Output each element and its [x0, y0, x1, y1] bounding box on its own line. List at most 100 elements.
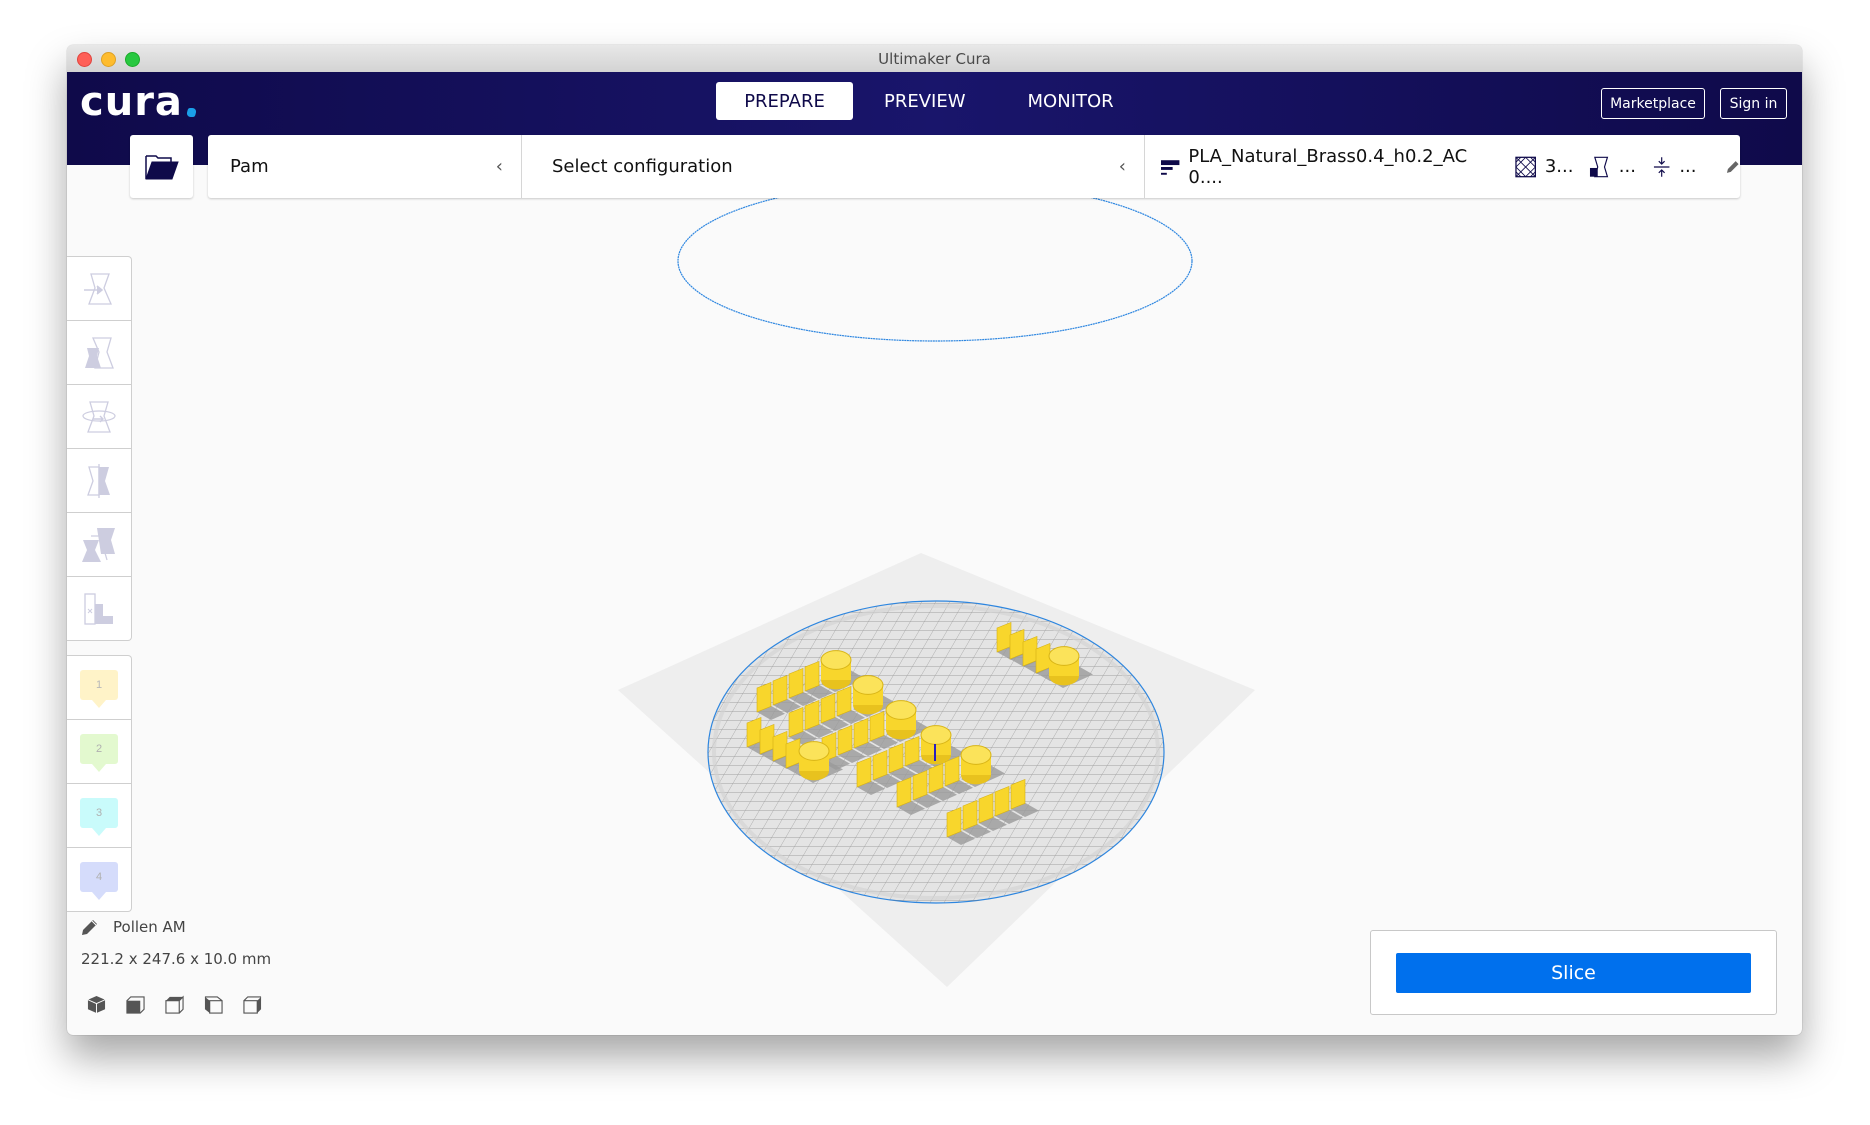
model-part[interactable] [1048, 646, 1080, 666]
model-part[interactable] [978, 792, 994, 824]
model-part[interactable] [804, 660, 820, 692]
model-part[interactable] [872, 749, 888, 781]
extruder-2-button[interactable]: 2 [67, 720, 131, 784]
model-part[interactable] [928, 762, 944, 794]
model-part[interactable] [759, 723, 775, 755]
extruder-panel: 1 2 3 4 [67, 655, 132, 912]
per-model-settings-tool-button[interactable] [67, 513, 131, 577]
configuration-label: Select configuration [552, 156, 733, 177]
configuration-selector[interactable]: Select configuration ‹ [522, 135, 1145, 198]
per-model-settings-icon [82, 527, 115, 562]
model-part[interactable] [912, 769, 928, 801]
model-part[interactable] [885, 700, 917, 720]
model-part[interactable] [920, 725, 952, 745]
model-part[interactable] [1010, 778, 1026, 810]
extruder-3-button[interactable]: 3 [67, 784, 131, 848]
model-part[interactable] [904, 735, 920, 767]
slice-button[interactable]: Slice [1396, 953, 1751, 993]
cura-window: Ultimaker Cura cura PREPARE PREVIEW MONI… [67, 45, 1802, 1035]
model-part[interactable] [996, 621, 1012, 653]
pencil-icon[interactable] [1725, 159, 1741, 175]
print-settings-selector[interactable]: PLA_Natural_Brass0.4_h0.2_AC 0.... 3... … [1145, 135, 1740, 198]
open-file-button[interactable] [130, 135, 193, 198]
model-part[interactable] [820, 650, 852, 670]
model-part[interactable] [944, 755, 960, 787]
model-part[interactable] [869, 710, 885, 742]
front-view-icon[interactable] [126, 995, 145, 1014]
infill-value: 3... [1544, 156, 1574, 177]
extruder-badge: 4 [80, 861, 118, 900]
model-part[interactable] [896, 776, 912, 808]
action-panel: Slice [1370, 930, 1777, 1015]
extruder-4-button[interactable]: 4 [67, 848, 131, 911]
extruder-badge: 3 [80, 797, 118, 836]
model-part[interactable] [788, 706, 804, 738]
folder-open-icon [144, 154, 179, 179]
extruder-1-button[interactable]: 1 [67, 656, 131, 720]
model-part[interactable] [1022, 635, 1038, 667]
title-bar: Ultimaker Cura [67, 45, 1802, 73]
marketplace-button[interactable]: Marketplace [1601, 88, 1705, 119]
extruder-number: 3 [95, 806, 103, 819]
extruder-number: 4 [95, 870, 103, 883]
model-part[interactable] [1009, 628, 1025, 660]
model-part[interactable] [853, 717, 869, 749]
support-blocker-tool-button[interactable] [67, 577, 131, 640]
model-part[interactable] [798, 741, 830, 761]
3d-view-icon[interactable] [87, 995, 106, 1014]
model-part[interactable] [888, 742, 904, 774]
extruder-badge: 1 [80, 669, 118, 708]
model-part[interactable] [804, 699, 820, 731]
model-part[interactable] [852, 675, 884, 695]
scale-tool-button[interactable] [67, 321, 131, 385]
printer-name: Pam [230, 156, 269, 177]
move-icon [84, 272, 112, 305]
pencil-icon[interactable] [81, 918, 99, 936]
adhesion-icon [1653, 156, 1670, 177]
chevron-left-icon: ‹ [495, 156, 503, 177]
move-tool-button[interactable] [67, 257, 131, 321]
right-view-icon[interactable] [243, 995, 262, 1014]
top-view-icon[interactable] [165, 995, 184, 1014]
model-part[interactable] [772, 730, 788, 762]
model-part[interactable] [994, 785, 1010, 817]
tab-prepare[interactable]: PREPARE [716, 82, 853, 120]
rotate-tool-button[interactable] [67, 385, 131, 449]
model-part[interactable] [772, 674, 788, 706]
model-part[interactable] [785, 737, 801, 769]
tab-preview[interactable]: PREVIEW [853, 82, 997, 120]
model-part[interactable] [788, 667, 804, 699]
object-info: Pollen AM 221.2 x 247.6 x 10.0 mm [81, 918, 271, 968]
model-part[interactable] [1035, 642, 1051, 674]
build-volume-top-outline [677, 180, 1193, 342]
window-title: Ultimaker Cura [878, 50, 991, 68]
profile-name: PLA_Natural_Brass0.4_h0.2_AC 0.... [1188, 145, 1468, 188]
model-part[interactable] [836, 685, 852, 717]
sign-in-button[interactable]: Sign in [1720, 88, 1787, 119]
printer-selector[interactable]: Pam ‹ [208, 135, 522, 198]
model-part[interactable] [946, 806, 962, 838]
profile-icon [1161, 159, 1180, 175]
tab-monitor[interactable]: MONITOR [997, 82, 1145, 120]
object-name: Pollen AM [113, 918, 186, 936]
scale-icon [85, 336, 114, 369]
extruder-badge: 2 [80, 733, 118, 772]
model-part[interactable] [856, 756, 872, 788]
model-part[interactable] [960, 745, 992, 765]
model-part[interactable] [756, 681, 772, 713]
chevron-left-icon: ‹ [1118, 156, 1126, 177]
mirror-tool-button[interactable] [67, 449, 131, 513]
left-view-icon[interactable] [204, 995, 223, 1014]
model-part[interactable] [962, 799, 978, 831]
adhesion-value: ... [1679, 156, 1697, 177]
model-part[interactable] [820, 692, 836, 724]
stage-tabs: PREPARE PREVIEW MONITOR [716, 82, 1145, 120]
view-orientation-controls [87, 995, 262, 1014]
model-part[interactable] [746, 716, 762, 748]
model-part[interactable] [837, 724, 853, 756]
support-value: ... [1618, 156, 1636, 177]
rotate-icon [82, 400, 116, 433]
support-blocker-icon [84, 592, 113, 625]
configuration-bar: Pam ‹ Select configuration ‹ PLA_Natural… [208, 135, 1740, 198]
logo-dot [185, 108, 198, 117]
